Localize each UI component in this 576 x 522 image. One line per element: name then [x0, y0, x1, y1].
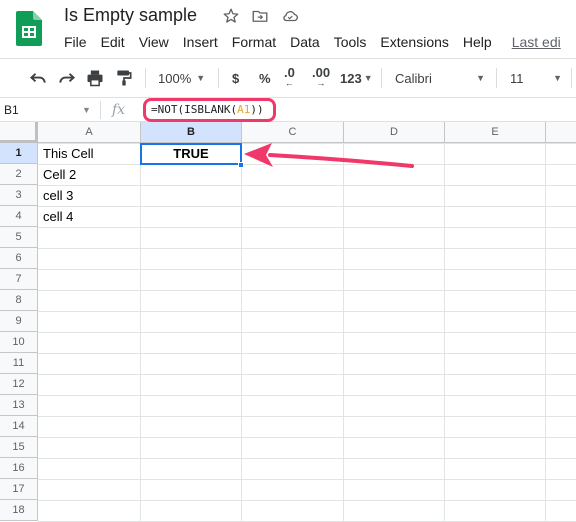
decrease-decimal-button[interactable]: .0 ←	[284, 59, 295, 97]
chevron-down-icon: ▼	[196, 73, 206, 83]
column-header-e[interactable]: E	[445, 122, 546, 143]
chevron-down-icon: ▼	[363, 73, 373, 83]
menu-extensions[interactable]: Extensions	[380, 34, 448, 50]
currency-format-button[interactable]: $	[232, 59, 239, 97]
more-formats-button[interactable]: 123 ▼	[340, 59, 373, 97]
chevron-down-icon: ▼	[553, 73, 562, 83]
row-header-5[interactable]: 5	[0, 227, 38, 248]
menu-edit[interactable]: Edit	[101, 34, 125, 50]
menu-tools[interactable]: Tools	[334, 34, 367, 50]
redo-button[interactable]	[57, 59, 77, 97]
annotation-arrow-icon	[244, 143, 414, 168]
increase-decimal-button[interactable]: .00 →	[312, 59, 330, 97]
row-header-11[interactable]: 11	[0, 353, 38, 374]
star-icon[interactable]	[222, 7, 240, 25]
row-header-10[interactable]: 10	[0, 332, 38, 353]
cell-a1[interactable]: This Cell	[39, 143, 140, 164]
menu-file[interactable]: File	[64, 34, 87, 50]
print-button[interactable]	[85, 59, 105, 97]
row-header-1[interactable]: 1	[0, 143, 38, 164]
cell-a4[interactable]: cell 4	[39, 206, 140, 227]
redo-icon	[59, 73, 76, 83]
google-sheets-logo-icon[interactable]	[16, 11, 42, 46]
paint-format-button[interactable]	[114, 59, 134, 97]
menu-data[interactable]: Data	[290, 34, 320, 50]
row-header-9[interactable]: 9	[0, 311, 38, 332]
fx-icon: fx	[112, 102, 126, 118]
arrow-left-icon: ←	[284, 78, 294, 88]
last-edit-link[interactable]: Last edi	[512, 34, 561, 50]
menu-help[interactable]: Help	[463, 34, 492, 50]
percent-format-button[interactable]: %	[259, 59, 271, 97]
font-family-select[interactable]: Calibri ▼	[395, 59, 485, 97]
menu-bar: File Edit View Insert Format Data Tools …	[64, 34, 575, 50]
formula-input[interactable]: =NOT(ISBLANK(A1))	[151, 98, 264, 122]
cloud-saved-icon[interactable]	[281, 7, 299, 25]
row-header-6[interactable]: 6	[0, 248, 38, 269]
active-cell-border	[140, 143, 242, 165]
row-header-13[interactable]: 13	[0, 395, 38, 416]
row-header-4[interactable]: 4	[0, 206, 38, 227]
arrow-right-icon: →	[316, 78, 326, 88]
undo-icon	[29, 73, 46, 83]
paint-format-icon	[117, 70, 132, 86]
menu-insert[interactable]: Insert	[183, 34, 218, 50]
row-header-2[interactable]: 2	[0, 164, 38, 185]
font-size-select[interactable]: 11 ▼	[510, 59, 562, 97]
column-header-f[interactable]	[546, 122, 576, 143]
row-header-15[interactable]: 15	[0, 437, 38, 458]
column-header-a[interactable]: A	[38, 122, 141, 143]
toolbar: 100% ▼ $ % .0 ← .00 → 123 ▼ Calibri ▼ 11 ▼	[0, 58, 576, 98]
row-header-16[interactable]: 16	[0, 458, 38, 479]
row-header-3[interactable]: 3	[0, 185, 38, 206]
row-header-14[interactable]: 14	[0, 416, 38, 437]
move-to-folder-icon[interactable]	[251, 7, 269, 25]
document-title[interactable]: Is Empty sample	[64, 5, 197, 26]
cell-a3[interactable]: cell 3	[39, 185, 140, 206]
spreadsheet-grid[interactable]: A B C D E 1 2 3 4 5 6 7 8 9 10 11 12 13 …	[0, 122, 576, 522]
formula-bar: B1 ▼ fx =NOT(ISBLANK(A1))	[0, 98, 576, 122]
font-family-value: Calibri	[395, 70, 432, 86]
menu-view[interactable]: View	[139, 34, 169, 50]
column-header-b[interactable]: B	[141, 122, 242, 143]
select-all-corner[interactable]	[0, 122, 38, 143]
zoom-value: 100%	[158, 70, 192, 86]
row-header-7[interactable]: 7	[0, 269, 38, 290]
row-header-17[interactable]: 17	[0, 479, 38, 500]
cell-a2[interactable]: Cell 2	[39, 164, 140, 185]
menu-format[interactable]: Format	[232, 34, 276, 50]
row-header-18[interactable]: 18	[0, 500, 38, 521]
print-icon	[87, 70, 103, 87]
font-size-value: 11	[510, 70, 524, 86]
chevron-down-icon: ▼	[476, 73, 485, 83]
zoom-select[interactable]: 100% ▼	[158, 59, 205, 97]
row-header-12[interactable]: 12	[0, 374, 38, 395]
undo-button[interactable]	[28, 59, 48, 97]
chevron-down-icon[interactable]: ▼	[82, 98, 91, 122]
row-header-8[interactable]: 8	[0, 290, 38, 311]
